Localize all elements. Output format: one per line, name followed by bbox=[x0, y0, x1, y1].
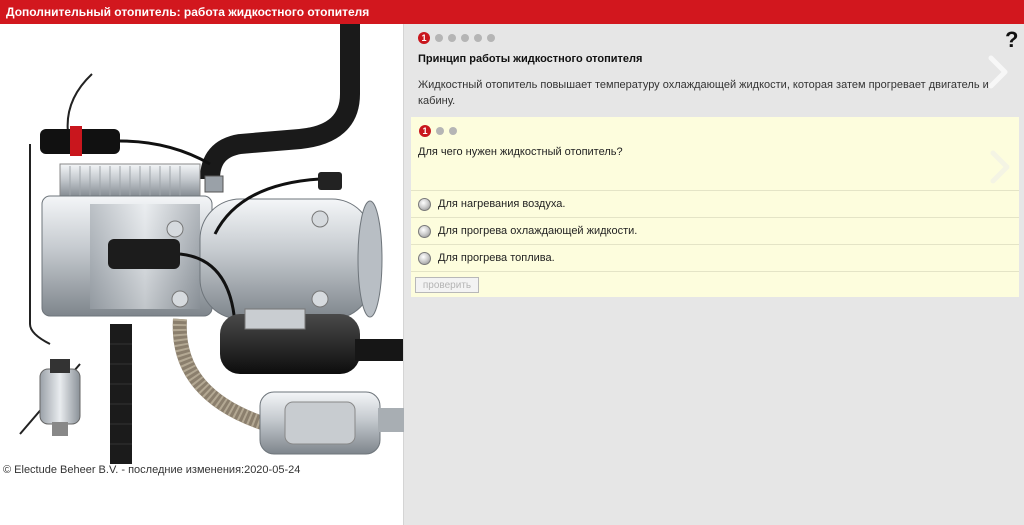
lesson-step-dot[interactable] bbox=[448, 34, 456, 42]
quiz-panel: 1 Для чего нужен жидкостный отопитель? Д… bbox=[411, 117, 1019, 297]
answer-label: Для нагревания воздуха. bbox=[438, 198, 566, 210]
quiz-step-current[interactable]: 1 bbox=[419, 125, 431, 137]
title-bar: Дополнительный отопитель: работа жидкост… bbox=[0, 0, 1024, 24]
answer-label: Для прогрева охлаждающей жидкости. bbox=[438, 225, 638, 237]
radio-button[interactable] bbox=[418, 251, 431, 265]
heater-illustration bbox=[19, 24, 404, 464]
heater-illustration-panel: © Electude Beheer B.V. - последние измен… bbox=[0, 24, 404, 525]
answer-option[interactable]: Для прогрева охлаждающей жидкости. bbox=[411, 217, 1019, 244]
lesson-step-dot[interactable] bbox=[487, 34, 495, 42]
lesson-description: Жидкостный отопитель повышает температур… bbox=[418, 79, 989, 107]
quiz-step-indicator: 1 bbox=[419, 125, 457, 137]
check-answer-button[interactable]: проверить bbox=[415, 277, 479, 293]
answer-label: Для прогрева топлива. bbox=[438, 252, 555, 264]
lesson-step-dot[interactable] bbox=[461, 34, 469, 42]
lesson-step-dot[interactable] bbox=[435, 34, 443, 42]
lesson-panel: 1 ? Принцип работы жидкостного отопителя… bbox=[405, 24, 1024, 525]
radio-button[interactable] bbox=[418, 224, 431, 238]
radio-button[interactable] bbox=[418, 197, 431, 211]
lesson-step-current[interactable]: 1 bbox=[418, 32, 430, 44]
next-question-arrow-icon[interactable] bbox=[987, 149, 1011, 185]
window-title: Дополнительный отопитель: работа жидкост… bbox=[6, 5, 370, 19]
quiz-step-dot[interactable] bbox=[436, 127, 444, 135]
answer-option[interactable]: Для нагревания воздуха. bbox=[411, 190, 1019, 217]
lesson-step-indicator: 1 bbox=[418, 32, 495, 44]
quiz-step-dot[interactable] bbox=[449, 127, 457, 135]
lesson-heading: Принцип работы жидкостного отопителя bbox=[418, 53, 643, 65]
lesson-step-dot[interactable] bbox=[474, 34, 482, 42]
copyright-text: © Electude Beheer B.V. - последние измен… bbox=[3, 464, 301, 476]
quiz-question: Для чего нужен жидкостный отопитель? bbox=[418, 146, 623, 158]
answer-option[interactable]: Для прогрева топлива. bbox=[411, 244, 1019, 272]
help-icon[interactable]: ? bbox=[1005, 27, 1018, 53]
